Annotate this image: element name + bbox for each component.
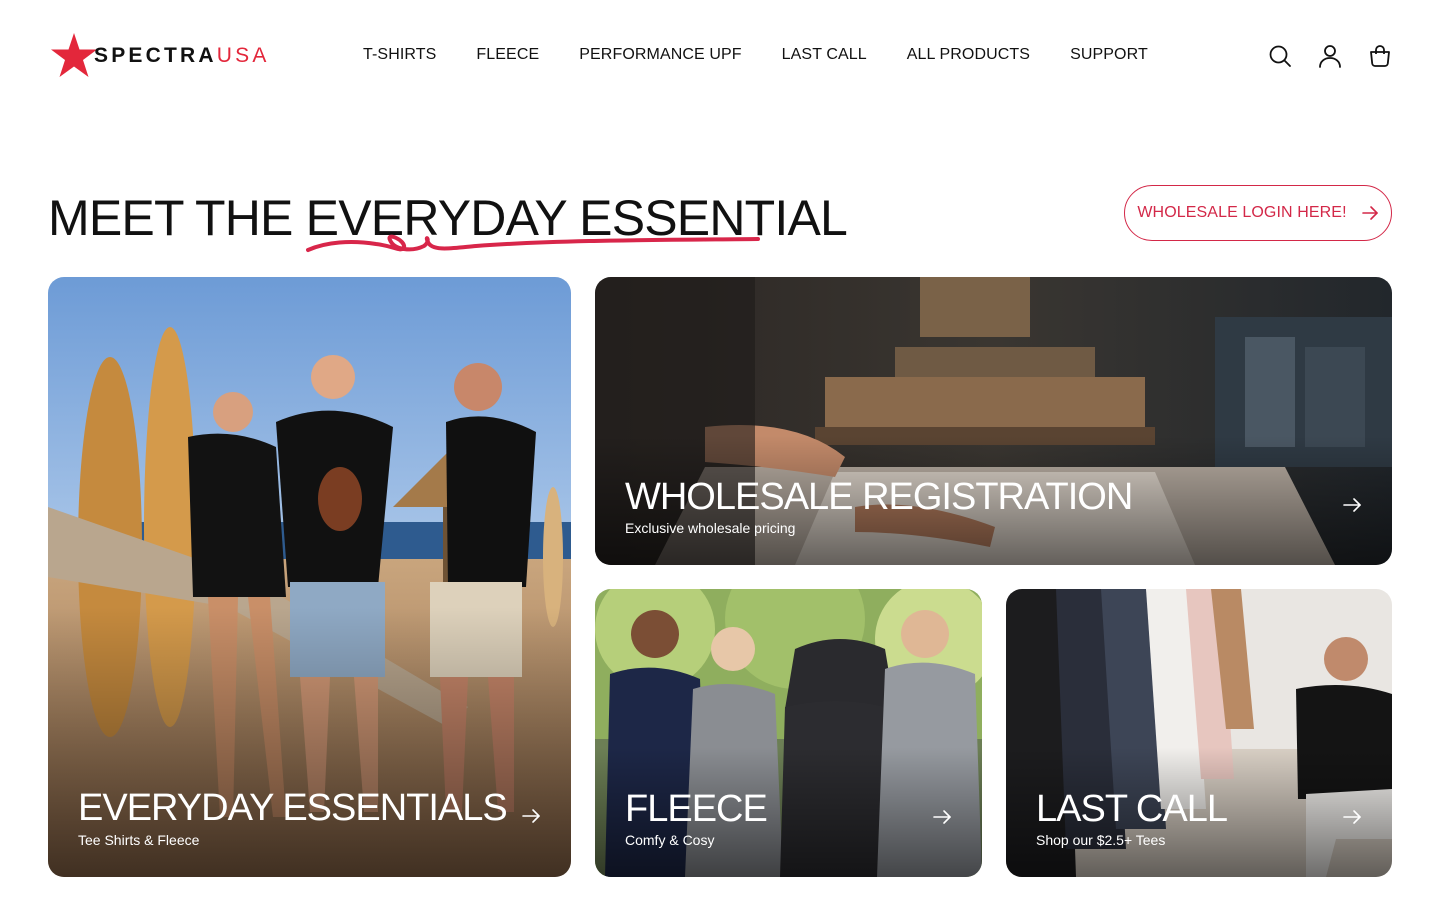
page-title: MEET THE EVERYDAY ESSENTIAL (48, 188, 848, 252)
brand-name-secondary: USA (216, 44, 270, 67)
nav-item-t-shirts[interactable]: T-SHIRTS (363, 46, 436, 68)
brand-name-primary: SPECTRA (94, 44, 217, 67)
card-title: WHOLESALE REGISTRATION (625, 476, 1133, 518)
card-title: EVERYDAY ESSENTIALS (78, 787, 508, 829)
nav-item-support[interactable]: SUPPORT (1070, 46, 1148, 68)
brand-logo[interactable]: SPECTRA USA (50, 32, 274, 80)
main-nav: T-SHIRTS FLEECE PERFORMANCE UPF LAST CAL… (363, 46, 1148, 68)
arrow-right-icon (1361, 206, 1378, 220)
arrow-right-icon (1342, 807, 1362, 827)
card-subtitle: Tee Shirts & Fleece (78, 832, 200, 848)
brand-wordmark: SPECTRA USA (94, 44, 270, 68)
card-subtitle: Exclusive wholesale pricing (625, 520, 796, 536)
title-prefix: MEET THE (48, 190, 306, 246)
search-icon[interactable] (1268, 44, 1292, 68)
card-fleece[interactable]: FLEECE Comfy & Cosy (595, 589, 982, 877)
wholesale-login-label: WHOLESALE LOGIN HERE! (1137, 204, 1347, 221)
star-icon (51, 33, 97, 77)
card-subtitle: Comfy & Cosy (625, 832, 715, 848)
nav-item-all-products[interactable]: ALL PRODUCTS (907, 46, 1030, 68)
arrow-right-icon (932, 807, 952, 827)
wholesale-login-button[interactable]: WHOLESALE LOGIN HERE! (1124, 185, 1392, 241)
card-everyday-essentials[interactable]: EVERYDAY ESSENTIALS Tee Shirts & Fleece (48, 277, 571, 877)
card-subtitle: Shop our $2.5+ Tees (1036, 832, 1166, 848)
arrow-right-icon (521, 806, 541, 826)
nav-item-fleece[interactable]: FLEECE (476, 46, 539, 68)
arrow-right-icon (1342, 495, 1362, 515)
card-wholesale-registration[interactable]: WHOLESALE REGISTRATION Exclusive wholesa… (595, 277, 1392, 565)
header-actions (1268, 44, 1392, 68)
nav-item-last-call[interactable]: LAST CALL (782, 46, 867, 68)
account-icon[interactable] (1318, 44, 1342, 68)
card-last-call[interactable]: LAST CALL Shop our $2.5+ Tees (1006, 589, 1392, 877)
card-title: LAST CALL (1036, 788, 1228, 830)
cart-icon[interactable] (1368, 44, 1392, 68)
card-title: FLEECE (625, 788, 768, 830)
title-highlight-wrap: EVERYDAY ESSENTIAL (305, 188, 848, 252)
site-header: SPECTRA USA T-SHIRTS FLEECE PERFORMANCE … (0, 0, 1440, 114)
title-highlight: EVERYDAY ESSENTIAL (305, 190, 848, 246)
nav-item-performance-upf[interactable]: PERFORMANCE UPF (579, 46, 741, 68)
